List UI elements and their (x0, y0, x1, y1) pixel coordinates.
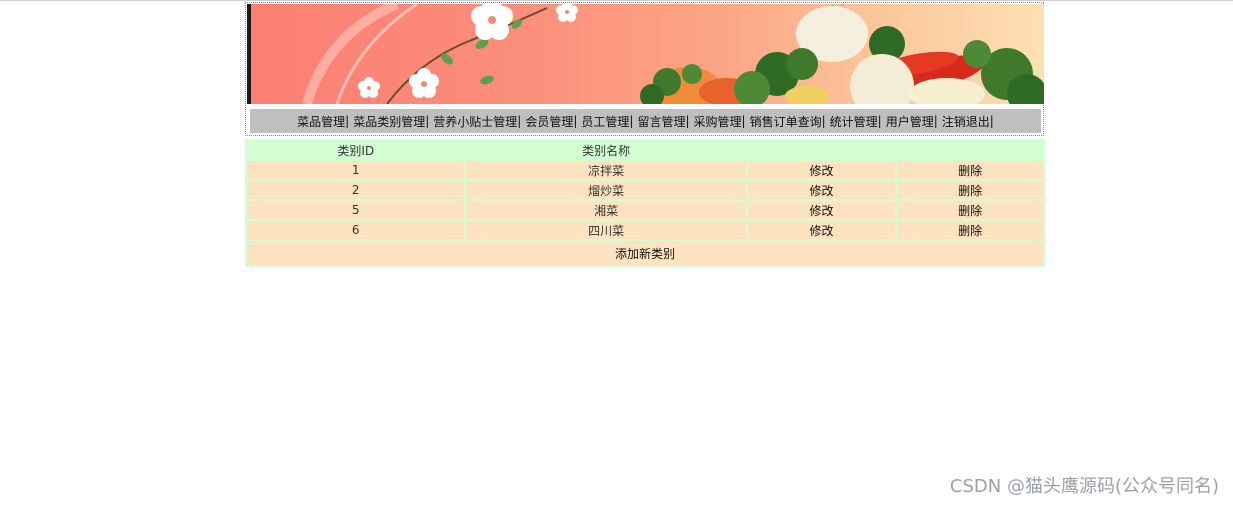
nav-item-member-management[interactable]: 会员管理 (525, 113, 573, 130)
column-header-blank (897, 141, 1043, 159)
flower-icon (409, 68, 439, 98)
vegetables-illustration (640, 4, 1044, 104)
column-header-id: 类别ID (247, 141, 465, 159)
table-footer-row: 添加新类别 (247, 241, 1043, 265)
main-nav: 菜品管理 | 菜品类别管理 | 营养小贴士管理 | 会员管理 | 员工管理 | 留言管理 |… (250, 109, 1041, 133)
nav-separator: | (821, 114, 826, 128)
category-id-cell: 2 (247, 181, 465, 199)
category-name-cell: 四川菜 (466, 221, 746, 239)
nav-separator: | (345, 114, 350, 128)
nav-item-statistics-management[interactable]: 统计管理 (830, 113, 878, 130)
table-row: 5 湘菜 修改 删除 (247, 201, 1043, 219)
flower-icon (471, 4, 513, 40)
vine-stem (386, 7, 548, 104)
banner-artwork (302, 4, 1044, 104)
nav-separator: | (741, 114, 746, 128)
nav-item-sales-order-query[interactable]: 销售订单查询 (750, 113, 822, 130)
light-arc-1 (302, 4, 399, 104)
nav-item-user-management[interactable]: 用户管理 (886, 113, 934, 130)
table-header-row: 类别ID 类别名称 (247, 141, 1043, 159)
delete-link[interactable]: 删除 (897, 201, 1043, 219)
nav-separator: | (517, 114, 522, 128)
nav-separator: | (933, 114, 938, 128)
table-row: 2 熘炒菜 修改 删除 (247, 181, 1043, 199)
delete-link[interactable]: 删除 (897, 181, 1043, 199)
category-table: 类别ID 类别名称 1 凉拌菜 修改 删除 2 熘炒菜 修改 删除 5 湘菜 修… (245, 139, 1045, 267)
nav-separator: | (629, 114, 634, 128)
nav-item-dish-category-management[interactable]: 菜品类别管理 (353, 113, 425, 130)
nav-item-logout[interactable]: 注销退出 (942, 113, 990, 130)
table-row: 1 凉拌菜 修改 删除 (247, 161, 1043, 179)
nav-separator: | (425, 114, 430, 128)
column-header-blank (747, 141, 896, 159)
category-name-cell: 湘菜 (466, 201, 746, 219)
edit-link[interactable]: 修改 (747, 161, 896, 179)
flower-icon (556, 4, 578, 22)
nav-item-nutrition-tips-management[interactable]: 营养小贴士管理 (433, 113, 517, 130)
nav-separator: | (877, 114, 882, 128)
delete-link[interactable]: 删除 (897, 161, 1043, 179)
table-row: 6 四川菜 修改 删除 (247, 221, 1043, 239)
nav-item-purchase-management[interactable]: 采购管理 (694, 113, 742, 130)
nav-separator: | (573, 114, 578, 128)
nav-item-message-management[interactable]: 留言管理 (637, 113, 685, 130)
flower-icon (358, 77, 380, 98)
category-name-cell: 熘炒菜 (466, 181, 746, 199)
category-name-cell: 凉拌菜 (466, 161, 746, 179)
edit-link[interactable]: 修改 (747, 181, 896, 199)
category-id-cell: 1 (247, 161, 465, 179)
delete-link[interactable]: 删除 (897, 221, 1043, 239)
banner-left-bar (247, 4, 251, 104)
leaf (480, 75, 494, 85)
nav-item-staff-management[interactable]: 员工管理 (581, 113, 629, 130)
header-banner (247, 4, 1044, 104)
watermark-text: CSDN @猫头鹰源码(公众号同名) (949, 476, 1219, 497)
category-id-cell: 5 (247, 201, 465, 219)
nav-item-dish-management[interactable]: 菜品管理 (297, 113, 345, 130)
top-divider (0, 0, 1233, 1)
edit-link[interactable]: 修改 (747, 201, 896, 219)
add-category-link[interactable]: 添加新类别 (247, 241, 1043, 265)
column-header-name: 类别名称 (466, 141, 746, 159)
nav-separator: | (989, 114, 994, 128)
category-id-cell: 6 (247, 221, 465, 239)
edit-link[interactable]: 修改 (747, 221, 896, 239)
nav-separator: | (685, 114, 690, 128)
